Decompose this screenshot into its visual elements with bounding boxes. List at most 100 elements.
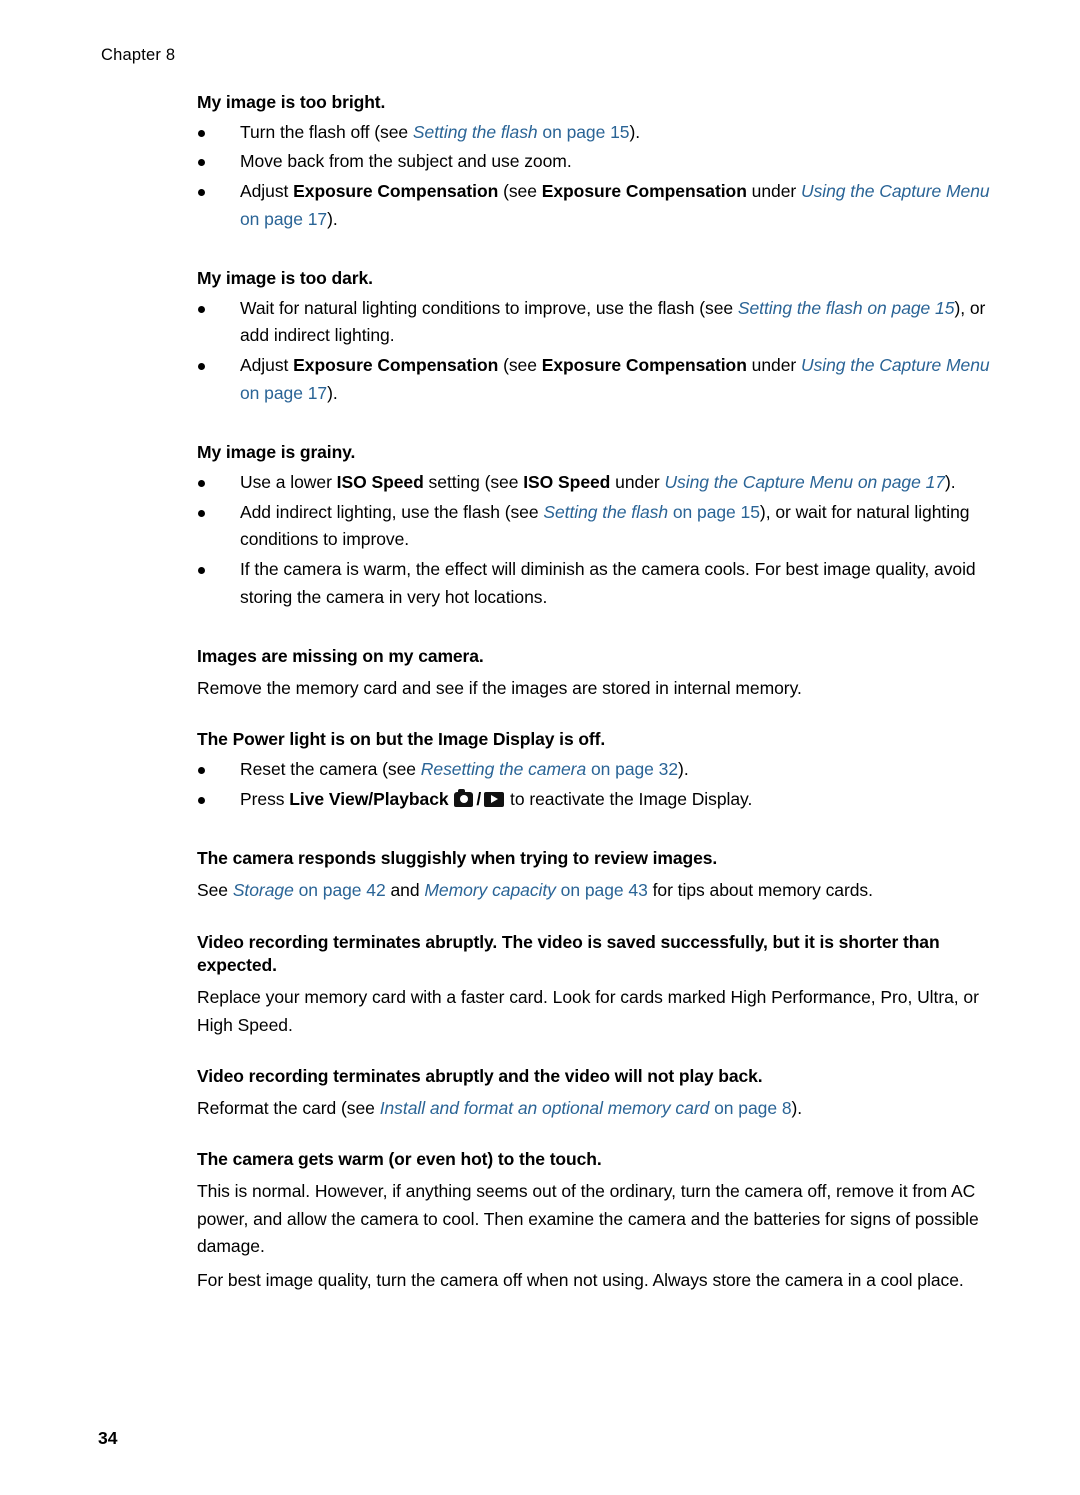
text-fragment: Reformat the card (see [197, 1097, 380, 1118]
list-item: If the camera is warm, the effect will d… [98, 556, 995, 611]
section-heading-image-too-bright: My image is too bright. [197, 92, 386, 112]
text-emphasis: Exposure Compensation [293, 180, 499, 201]
list-item: Press Live View/Playback / to reactivate… [98, 786, 995, 814]
cross-reference-link[interactable]: Setting the flash [413, 122, 538, 142]
text-fragment: under [746, 180, 801, 201]
section-paragraph: See Storage on page 42 and Memory capaci… [197, 877, 995, 905]
text-fragment: ). [791, 1097, 803, 1118]
bullet-dot-icon [198, 159, 205, 167]
section-heading-camera-warm: The camera gets warm (or even hot) to th… [197, 1149, 602, 1170]
section-heading-images-missing: Images are missing on my camera. [197, 646, 484, 667]
cross-reference-link[interactable]: Using the Capture Menu [801, 181, 990, 201]
slash-separator: / [476, 788, 482, 809]
text-fragment: on page 15 [537, 121, 630, 142]
bullet-dot-icon [198, 767, 205, 775]
text-fragment: Wait for natural lighting conditions to … [240, 297, 738, 318]
bullet-list-power-light: Reset the camera (see Resetting the came… [98, 756, 995, 813]
section-heading-image-too-dark: My image is too dark. [197, 268, 373, 289]
section-heading-sluggish-review: The camera responds sluggishly when tryi… [197, 848, 718, 869]
text-fragment: Turn the flash off (see [240, 121, 413, 142]
list-item: Reset the camera (see Resetting the came… [98, 756, 995, 784]
bullet-dot-icon [198, 363, 205, 371]
text-fragment: to reactivate the Image Display. [505, 788, 753, 809]
list-item: Use a lower ISO Speed setting (see ISO S… [98, 469, 995, 497]
text-fragment: on page 43 [555, 880, 648, 900]
text-fragment: Adjust [240, 180, 294, 201]
text-fragment: and [385, 880, 425, 900]
bullet-dot-icon [198, 188, 205, 196]
list-item: Adjust Exposure Compensation (see Exposu… [98, 352, 995, 407]
list-item: Adjust Exposure Compensation (see Exposu… [98, 178, 995, 233]
page-content: My image is too bright. Turn the flash o… [98, 91, 995, 1295]
cross-reference-link[interactable]: Setting the flash on page 15 [738, 298, 955, 318]
list-item: Turn the flash off (see Setting the flas… [98, 119, 995, 147]
cross-reference-link[interactable]: Install and format an optional memory ca… [380, 1098, 710, 1118]
bullet-dot-icon [198, 480, 205, 487]
cross-reference-link[interactable]: Storage [233, 880, 294, 900]
text-fragment: (see [498, 180, 542, 201]
text-fragment: (see [498, 355, 542, 376]
section-paragraph-secondary: For best image quality, turn the camera … [197, 1269, 964, 1290]
text-fragment: ). [678, 759, 689, 780]
text-fragment: on page 32 [586, 759, 679, 780]
text-emphasis: ISO Speed [523, 472, 611, 492]
page-number: 34 [98, 1428, 118, 1448]
text-fragment: ). [327, 208, 338, 229]
playback-icon [484, 791, 505, 807]
bullet-dot-icon [198, 566, 205, 574]
text-fragment: on page 8 [709, 1097, 792, 1118]
cross-reference-link[interactable]: Using the Capture Menu [801, 355, 990, 375]
text-emphasis: Exposure Compensation [541, 180, 747, 201]
text-fragment: for tips about memory cards. [647, 880, 873, 900]
text-fragment: on page 42 [293, 880, 386, 900]
text-emphasis: ISO Speed [336, 472, 424, 492]
text-fragment: ). [629, 121, 641, 142]
text-fragment: Use a lower [240, 472, 337, 492]
list-item: Add indirect lighting, use the flash (se… [98, 499, 995, 554]
section-paragraph: Remove the memory card and see if the im… [197, 677, 802, 698]
cross-reference-link[interactable]: Using the Capture Menu on page 17 [664, 472, 945, 492]
text-fragment: on page 17 [240, 208, 328, 229]
text-emphasis: Exposure Compensation [541, 355, 747, 376]
text-fragment: Adjust [240, 355, 294, 376]
section-paragraph: Replace your memory card with a faster c… [197, 986, 979, 1035]
text-fragment: Move back from the subject and use zoom. [240, 151, 572, 172]
bullet-dot-icon [198, 129, 205, 137]
bullet-dot-icon [198, 305, 205, 313]
text-fragment: If the camera is warm, the effect will d… [240, 558, 976, 607]
chapter-label: Chapter 8 [101, 46, 176, 64]
text-fragment: Press [240, 788, 290, 809]
list-item: Move back from the subject and use zoom. [98, 148, 995, 176]
text-emphasis: Live View/Playback [289, 788, 449, 809]
section-heading-image-grainy: My image is grainy. [197, 442, 356, 463]
bullet-list-image-too-dark: Wait for natural lighting conditions to … [98, 295, 995, 408]
text-fragment: Reset the camera (see [240, 759, 421, 780]
bullet-dot-icon [198, 509, 205, 517]
text-fragment: under [746, 355, 801, 376]
text-fragment: ). [944, 472, 956, 492]
cross-reference-link[interactable]: Resetting the camera [421, 759, 586, 779]
section-heading-power-light: The Power light is on but the Image Disp… [197, 729, 606, 750]
text-fragment: ). [327, 382, 338, 403]
text-fragment: on page 17 [240, 382, 328, 403]
camera-icon [454, 788, 474, 807]
text-fragment: Add indirect lighting, use the flash (se… [240, 501, 544, 522]
section-heading-video-no-playback: Video recording terminates abruptly and … [197, 1066, 763, 1087]
text-fragment: on page 15 [668, 501, 760, 522]
bullet-list-image-grainy: Use a lower ISO Speed setting (see ISO S… [98, 469, 995, 611]
text-emphasis: Exposure Compensation [293, 355, 499, 376]
cross-reference-link[interactable]: Setting the flash [543, 502, 668, 522]
document-page: Chapter 8 My image is too bright. Turn t… [0, 0, 1080, 1495]
section-paragraph: This is normal. However, if anything see… [197, 1181, 979, 1257]
text-fragment: setting (see [423, 472, 524, 492]
cross-reference-link[interactable]: Memory capacity [424, 880, 556, 900]
section-heading-video-terminates-short: Video recording terminates abruptly. The… [197, 931, 940, 976]
list-item: Wait for natural lighting conditions to … [98, 295, 995, 350]
